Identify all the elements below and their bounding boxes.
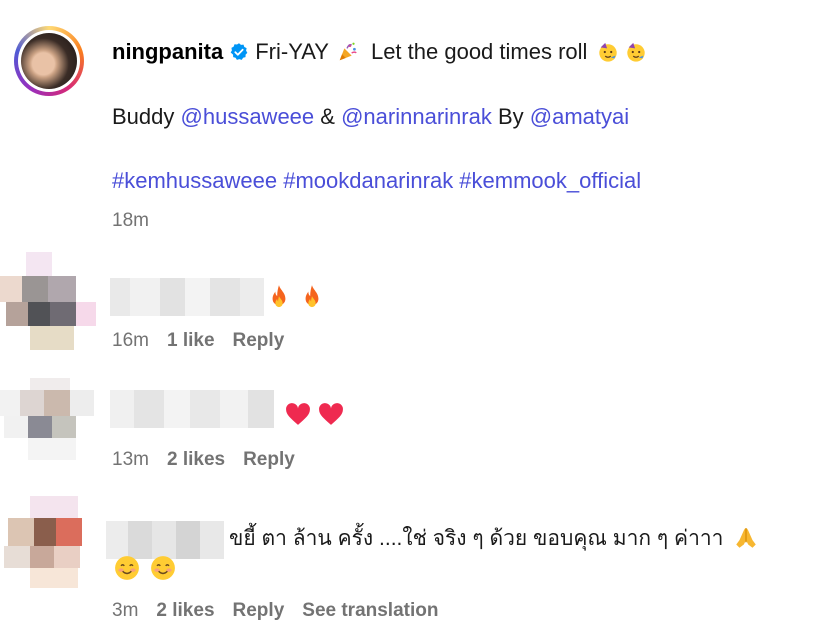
comment-meta: 3m 2 likes Reply See translation <box>112 600 438 622</box>
caption-text-part2: Let the good times roll <box>370 39 588 64</box>
comment-likes[interactable]: 1 like <box>167 330 215 351</box>
comment-username-blurred[interactable] <box>110 390 276 428</box>
comment-avatar[interactable] <box>0 496 82 588</box>
comment-likes[interactable]: 2 likes <box>167 449 225 470</box>
avatar-ring-gap <box>18 30 80 92</box>
folded-hands-icon <box>736 528 757 548</box>
post-author-avatar[interactable] <box>14 26 84 96</box>
caption-by-label: By <box>497 104 524 129</box>
post-username[interactable]: ningpanita <box>112 39 223 65</box>
comment-meta: 16m 1 like Reply <box>112 330 284 352</box>
reply-button[interactable]: Reply <box>243 449 295 470</box>
caption-hashtags[interactable]: #kemhussaweee #mookdanarinrak #kemmook_o… <box>112 168 641 194</box>
caption-mentions-line: Buddy @hussaweee & @narinnarinrak By @am… <box>112 104 629 130</box>
party-popper-icon <box>339 42 357 61</box>
comment-likes[interactable]: 2 likes <box>156 600 214 621</box>
caption-buddy-label: Buddy <box>112 104 175 129</box>
fire-icon <box>305 285 319 308</box>
mention-link[interactable]: @amatyai <box>530 104 629 129</box>
comment-avatar[interactable] <box>0 378 94 460</box>
verified-badge-icon <box>230 43 248 60</box>
see-translation-button[interactable]: See translation <box>302 600 438 621</box>
partying-face-icon <box>627 42 646 62</box>
comment-avatar[interactable] <box>0 252 96 350</box>
red-heart-icon <box>319 403 343 425</box>
comment-timestamp[interactable]: 16m <box>112 330 149 351</box>
fire-icon <box>272 285 286 308</box>
caption-ampersand: & <box>320 104 335 129</box>
reply-button[interactable]: Reply <box>233 330 285 351</box>
red-heart-icon <box>286 403 310 425</box>
mention-link[interactable]: @hussaweee <box>181 104 315 129</box>
comment-body: ขยี้ ตา ล้าน ครั้ง ....ใช่ จริง ๆ ด้วย ข… <box>229 522 759 554</box>
comment-text: ขยี้ ตา ล้าน ครั้ง ....ใช่ จริง ๆ ด้วย ข… <box>229 526 724 550</box>
avatar-photo <box>21 33 77 89</box>
comment-username-blurred[interactable] <box>106 521 228 559</box>
comment-meta: 13m 2 likes Reply <box>112 449 295 471</box>
mention-link[interactable]: @narinnarinrak <box>341 104 492 129</box>
comment-username-blurred[interactable] <box>110 278 264 316</box>
caption-text-part1: Fri-YAY <box>255 39 329 64</box>
smiling-face-icon <box>115 556 139 580</box>
comment-timestamp[interactable]: 3m <box>112 600 138 621</box>
smiling-face-icon <box>151 556 175 580</box>
comment-timestamp[interactable]: 13m <box>112 449 149 470</box>
caption-header: ningpanita Fri-YAY Let the good times ro… <box>112 36 647 68</box>
reply-button[interactable]: Reply <box>233 600 285 621</box>
partying-face-icon <box>599 42 618 62</box>
post-timestamp[interactable]: 18m <box>112 210 149 232</box>
